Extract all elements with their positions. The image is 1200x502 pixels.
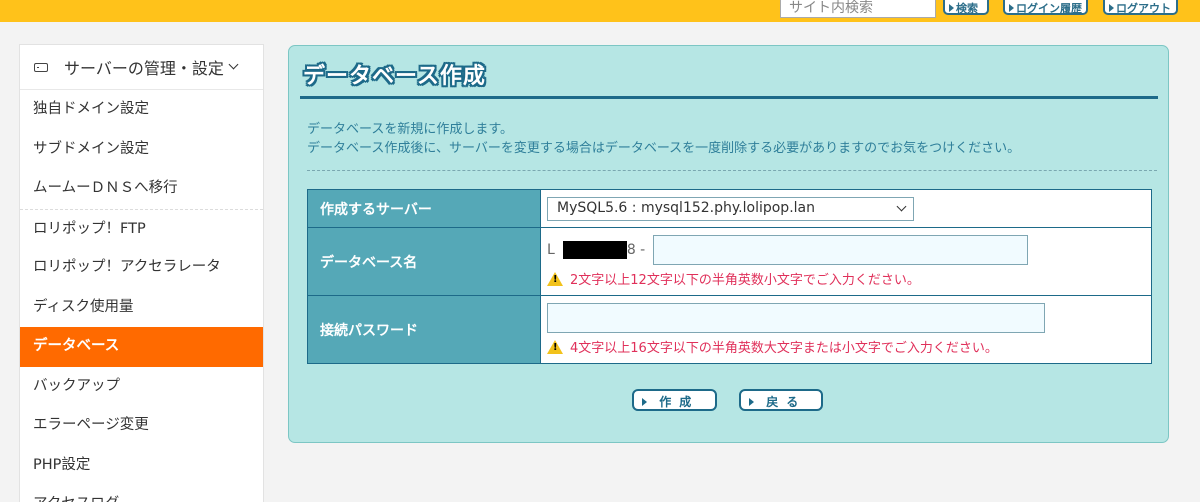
password-input[interactable] (547, 303, 1045, 333)
form-row-password: 接続パスワード 4文字以上16文字以下の半角英数大文字または小文字でご入力くださ… (307, 295, 1152, 364)
warning-icon (547, 271, 563, 286)
form-row-dbname: データベース名 L 8 - 2文字以上12文字以下の半角英数小文字でご入力くださ… (307, 227, 1152, 296)
database-form: 作成するサーバー MySQL5.6 : mysql152.phy.lolipop… (307, 189, 1152, 364)
create-button[interactable]: 作成 (632, 389, 717, 411)
search-button-label: 検索 (956, 2, 978, 15)
sidebar-item-php[interactable]: PHP設定 (20, 446, 263, 486)
create-button-label: 作成 (659, 395, 700, 409)
sidebar-section-title: サーバーの管理・設定 (64, 59, 224, 78)
login-history-label: ログイン履歴 (1016, 2, 1082, 15)
database-create-panel: データベース作成 データベースを新規に作成します。 データベース作成後に、サーバ… (288, 45, 1169, 443)
arrow-right-icon (949, 4, 954, 12)
redacted-block (562, 241, 627, 259)
arrow-right-icon (642, 398, 647, 406)
sidebar-section-header[interactable]: サーバーの管理・設定 (20, 45, 263, 90)
dbname-warning: 2文字以上12文字以下の半角英数小文字でご入力ください。 (570, 273, 920, 288)
page-title: データベース作成 (303, 64, 486, 89)
sidebar-item-subdomain[interactable]: サブドメイン設定 (20, 130, 263, 170)
arrow-right-icon (1109, 4, 1114, 12)
dashed-divider (307, 170, 1157, 171)
dbname-input[interactable] (653, 235, 1029, 265)
search-button[interactable]: 検索 (943, 0, 989, 15)
sidebar-item-accelerator[interactable]: ロリポップ！アクセラレータ (20, 248, 263, 288)
drive-icon (34, 62, 48, 72)
description-line: データベースを新規に作成します。 (307, 122, 514, 137)
top-bar: サイト内検索 検索 ログイン履歴 ログアウト (0, 0, 1200, 22)
server-label: 作成するサーバー (307, 189, 541, 228)
arrow-right-icon (749, 398, 754, 406)
site-search-input[interactable]: サイト内検索 (780, 0, 936, 18)
sidebar-item-muumuu-dns[interactable]: ムームーＤＮＳへ移行 (20, 169, 263, 209)
sidebar-item-database[interactable]: データベース (20, 327, 263, 367)
description: データベースを新規に作成します。 データベース作成後に、サーバーを変更する場合は… (307, 120, 1020, 158)
dbname-label: データベース名 (307, 227, 541, 296)
password-label: 接続パスワード (307, 295, 541, 364)
warning-icon (547, 339, 563, 354)
arrow-right-icon (1009, 4, 1014, 12)
sidebar-item-access-log[interactable]: アクセスログ (20, 485, 263, 502)
server-select-value: MySQL5.6 : mysql152.phy.lolipop.lan (557, 199, 815, 216)
form-row-server: 作成するサーバー MySQL5.6 : mysql152.phy.lolipop… (307, 189, 1152, 228)
login-history-button[interactable]: ログイン履歴 (1003, 0, 1088, 15)
password-warning: 4文字以上16文字以下の半角英数大文字または小文字でご入力ください。 (570, 341, 998, 356)
logout-label: ログアウト (1116, 2, 1171, 15)
sidebar-item-disk-usage[interactable]: ディスク使用量 (20, 288, 263, 328)
back-button[interactable]: 戻る (739, 389, 823, 411)
chevron-down-icon (896, 201, 907, 211)
dbname-prefix: L (547, 242, 555, 258)
logout-button[interactable]: ログアウト (1103, 0, 1178, 15)
sidebar-item-backup[interactable]: バックアップ (20, 367, 263, 407)
sidebar: サーバーの管理・設定 独自ドメイン設定 サブドメイン設定 ムームーＤＮＳへ移行 … (19, 44, 264, 502)
sidebar-item-custom-domain[interactable]: 独自ドメイン設定 (20, 90, 263, 130)
back-button-label: 戻る (766, 395, 807, 409)
server-select[interactable]: MySQL5.6 : mysql152.phy.lolipop.lan (547, 196, 914, 221)
chevron-down-icon (228, 59, 239, 70)
sidebar-item-ftp[interactable]: ロリポップ！FTP (20, 208, 263, 249)
description-line: データベース作成後に、サーバーを変更する場合はデータベースを一度削除する必要があ… (307, 141, 1021, 156)
sidebar-item-error-page[interactable]: エラーページ変更 (20, 406, 263, 446)
dbname-prefix-tail: 8 - (626, 242, 646, 258)
title-divider (300, 96, 1158, 99)
